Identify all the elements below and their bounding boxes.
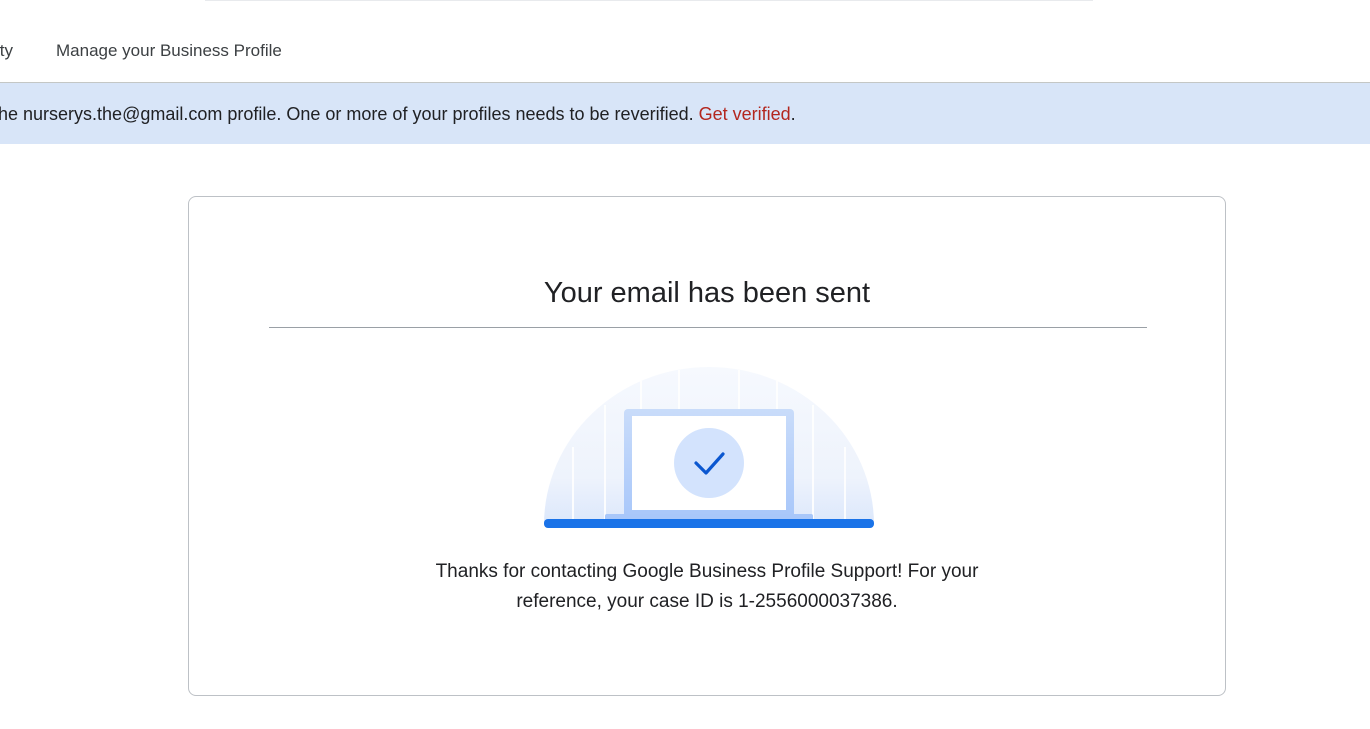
message-line-2: reference, your case ID is 1-25560000373… xyxy=(516,591,898,612)
card-title: Your email has been sent xyxy=(543,277,871,309)
confirmation-message: Thanks for contacting Google Business Pr… xyxy=(189,557,1225,617)
check-circle xyxy=(674,428,744,498)
get-verified-link[interactable]: Get verified xyxy=(699,104,791,124)
banner-suffix: . xyxy=(790,104,796,124)
nav-item-partial[interactable]: ity xyxy=(0,40,13,62)
title-divider xyxy=(269,327,1147,328)
top-nav: ity Manage your Business Profile xyxy=(0,0,1370,83)
banner-message: he nurserys.the@gmail.com profile. One o… xyxy=(0,102,796,126)
laptop-base xyxy=(544,519,874,528)
email-sent-illustration xyxy=(544,367,874,528)
nav-item-manage-business-profile[interactable]: Manage your Business Profile xyxy=(56,40,282,62)
confirmation-card: Your email has been sent Thanks for cont… xyxy=(188,196,1226,696)
reverification-banner: he nurserys.the@gmail.com profile. One o… xyxy=(0,83,1370,144)
message-line-1: Thanks for contacting Google Business Pr… xyxy=(435,561,979,582)
banner-text: he nurserys.the@gmail.com profile. One o… xyxy=(0,104,694,124)
page: ity Manage your Business Profile he nurs… xyxy=(0,0,1370,729)
